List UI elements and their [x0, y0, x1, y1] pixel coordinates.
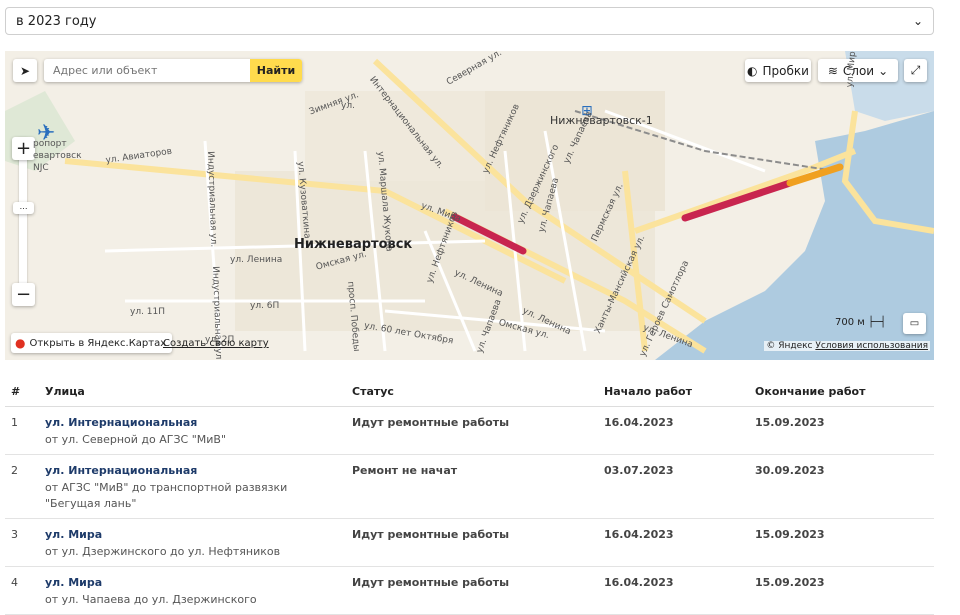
status: Идут ремонтные работы	[346, 566, 598, 615]
chevron-down-icon: ⌄	[912, 14, 923, 28]
row-num: 3	[5, 518, 39, 567]
street-section: от ул. Чапаева до ул. Дзержинского	[45, 593, 257, 606]
terms-link[interactable]: Условия использования	[815, 341, 928, 351]
open-in-yandex-link[interactable]: ● Открыть в Яндекс.Картах	[11, 333, 173, 353]
copyright-text: © Яндекс	[766, 341, 813, 351]
layers-button[interactable]: ≋ Слои ⌄	[818, 59, 898, 82]
zoom-in-button[interactable]: +	[12, 137, 35, 160]
end-date: 30.09.2023	[749, 454, 934, 519]
end-date: 15.09.2023	[749, 566, 934, 615]
end-date: 15.09.2023	[749, 518, 934, 567]
year-select-value: в 2023 году	[16, 13, 97, 29]
roadworks-table: # Улица Статус Начало работ Окончание ра…	[5, 376, 934, 615]
start-date: 16.04.2023	[598, 406, 749, 455]
start-date: 03.07.2023	[598, 454, 749, 519]
map-search-button[interactable]: Найти	[250, 59, 302, 82]
layers-icon: ≋	[827, 63, 838, 78]
header-status: Статус	[346, 376, 598, 407]
map-search-input[interactable]	[44, 59, 250, 82]
year-select[interactable]: в 2023 году ⌄	[5, 7, 934, 35]
plus-icon: +	[15, 138, 32, 159]
header-end: Окончание работ	[749, 376, 934, 407]
ruler-icon: ▭	[909, 318, 920, 329]
map-label-11p: ул. 11П	[130, 307, 166, 317]
chevron-down-icon: ⌄	[878, 63, 889, 78]
minus-icon: −	[15, 284, 32, 305]
geolocation-button[interactable]: ➤	[13, 59, 37, 82]
navigation-arrow-icon: ➤	[19, 63, 31, 78]
traffic-button[interactable]: ◐ Пробки	[745, 59, 811, 82]
map-label-airport: ропорт евартовск NJC	[33, 139, 82, 173]
street-name: ул. Мира	[45, 576, 103, 589]
map-pin-icon: ●	[15, 336, 26, 350]
ruler-button[interactable]: ▭	[903, 313, 926, 334]
map-scale: 700 м ├─┤	[835, 317, 887, 328]
map-label-lenina-3: ул. Ленина	[230, 255, 283, 265]
table-header-row: # Улица Статус Начало работ Окончание ра…	[5, 376, 934, 407]
map-label-6p: ул. 6П	[250, 301, 280, 311]
header-street: Улица	[39, 376, 346, 407]
status: Идут ремонтные работы	[346, 406, 598, 455]
table-row: 2 ул. Интернациональная от АГЗС "МиВ" до…	[5, 454, 934, 519]
street-section: от АГЗС "МиВ" до транспортной развязки "…	[45, 481, 288, 510]
table-row: 3 ул. Мира от ул. Дзержинского до ул. Не…	[5, 518, 934, 567]
row-num: 2	[5, 454, 39, 519]
scale-label: 700 м	[835, 317, 865, 328]
expand-icon: ⤢	[910, 63, 921, 77]
zoom-slider-handle[interactable]: ⋯	[13, 202, 34, 214]
map-copyright: © Яндекс Условия использования	[764, 341, 930, 351]
traffic-label: Пробки	[762, 63, 809, 78]
table-row: 1 ул. Интернациональная от ул. Северной …	[5, 406, 934, 455]
start-date: 16.04.2023	[598, 518, 749, 567]
street-section: от ул. Дзержинского до ул. Нефтяников	[45, 545, 281, 558]
street-cell: ул. Мира от ул. Дзержинского до ул. Нефт…	[39, 518, 346, 567]
street-section: от ул. Северной до АГЗС "МиВ"	[45, 433, 227, 446]
map[interactable]: ➤ Найти ◐ Пробки ≋ Слои ⌄ ⤢ + ⋯ − ✈ ропо…	[5, 51, 934, 360]
open-in-yandex-label: Открыть в Яндекс.Картах	[29, 337, 167, 349]
map-search: Найти	[44, 59, 302, 82]
traffic-icon: ◐	[747, 63, 758, 78]
zoom-rail[interactable]	[19, 137, 27, 297]
street-name: ул. Интернациональная	[45, 416, 198, 429]
status: Идут ремонтные работы	[346, 518, 598, 567]
street-name: ул. Мира	[45, 528, 103, 541]
fullscreen-button[interactable]: ⤢	[904, 59, 927, 82]
map-label-zimnyaya-ul: ул.	[341, 101, 355, 111]
map-label-city: Нижневартовск	[294, 237, 413, 252]
status: Ремонт не начат	[346, 454, 598, 519]
zoom-out-button[interactable]: −	[12, 283, 35, 306]
row-num: 4	[5, 566, 39, 615]
street-cell: ул. Интернациональная от АГЗС "МиВ" до т…	[39, 454, 346, 519]
row-num: 1	[5, 406, 39, 455]
grip-icon: ⋯	[19, 203, 28, 213]
end-date: 15.09.2023	[749, 406, 934, 455]
header-start: Начало работ	[598, 376, 749, 407]
street-name: ул. Интернациональная	[45, 464, 198, 477]
start-date: 16.04.2023	[598, 566, 749, 615]
street-cell: ул. Интернациональная от ул. Северной до…	[39, 406, 346, 455]
header-num: #	[5, 376, 39, 407]
table-row: 4 ул. Мира от ул. Чапаева до ул. Дзержин…	[5, 566, 934, 615]
street-cell: ул. Мира от ул. Чапаева до ул. Дзержинск…	[39, 566, 346, 615]
map-label-station: Нижневартовск-1	[550, 114, 653, 127]
create-map-link[interactable]: Создать свою карту	[163, 338, 269, 349]
